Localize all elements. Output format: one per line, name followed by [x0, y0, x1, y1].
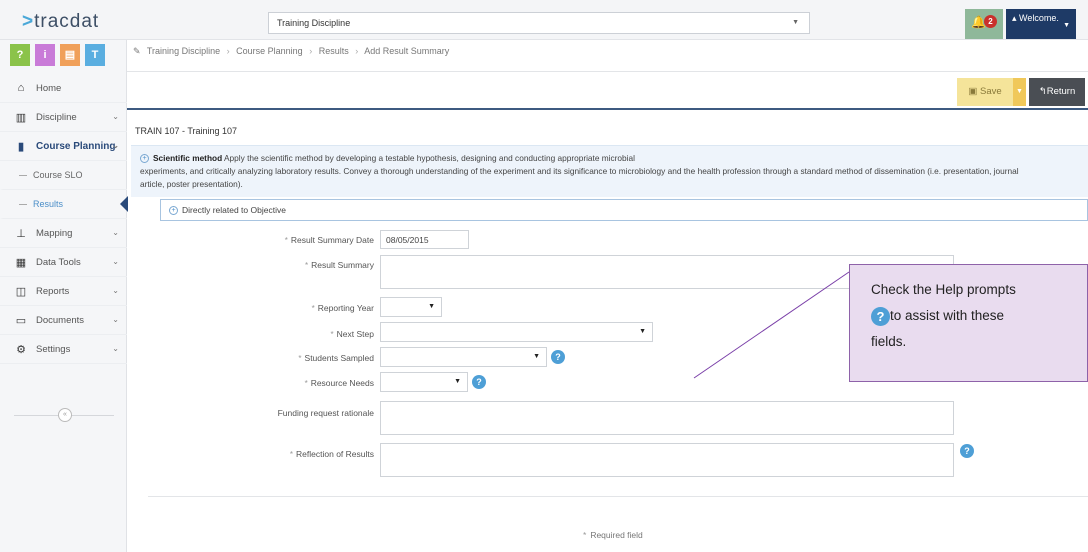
help-icon: ? — [871, 307, 890, 326]
callout-line1: Check the Help prompts — [871, 282, 1016, 297]
callout-line3: fields. — [871, 334, 907, 349]
help-callout: Check the Help prompts ? to assist with t… — [849, 264, 1088, 382]
callout-line2: to assist with these — [890, 308, 1005, 323]
